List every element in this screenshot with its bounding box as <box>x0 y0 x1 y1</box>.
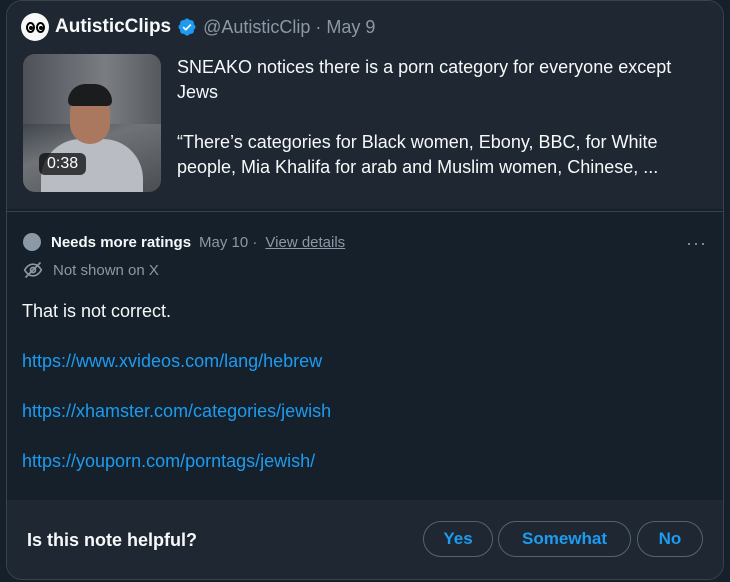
divider <box>7 211 723 212</box>
tweet-header: AutisticClips @AutisticClip · May 9 <box>21 13 375 41</box>
thumbnail-person-hair <box>68 84 112 106</box>
note-link-xvideos[interactable]: https://www.xvideos.com/lang/hebrew <box>22 351 322 371</box>
handle-and-date: @AutisticClip · May 9 <box>203 16 376 37</box>
note-status: Needs more ratings <box>51 233 192 251</box>
note-header: Needs more ratings May 10 · View details <box>23 231 345 253</box>
note-link-xhamster[interactable]: https://xhamster.com/categories/jewish <box>22 401 331 421</box>
rating-bar: Is this note helpful? Yes Somewhat No <box>7 500 723 579</box>
avatar-eye-left <box>25 21 35 33</box>
note-date: May 10 · <box>199 233 258 251</box>
eye-off-icon <box>23 261 43 279</box>
avatar[interactable] <box>21 13 49 41</box>
video-thumbnail[interactable]: 0:38 <box>23 54 161 192</box>
status-dot-icon <box>23 233 41 251</box>
verified-badge-icon <box>178 18 196 36</box>
visibility-label: Not shown on X <box>53 261 159 279</box>
rating-question: Is this note helpful? <box>27 530 197 550</box>
quoted-tweet[interactable]: AutisticClips @AutisticClip · May 9 0:38… <box>7 1 723 209</box>
somewhat-button[interactable]: Somewhat <box>498 521 631 557</box>
note-link-youporn[interactable]: https://youporn.com/porntags/jewish/ <box>22 451 315 471</box>
tweet-text-line1: SNEAKO notices there is a porn category … <box>177 57 672 102</box>
more-icon[interactable]: ··· <box>686 233 707 254</box>
avatar-eye-right <box>35 21 45 33</box>
tweet-text: SNEAKO notices there is a porn category … <box>177 55 707 180</box>
note-body: That is not correct. https://www.xvideos… <box>22 299 702 499</box>
note-text: That is not correct. <box>22 301 172 321</box>
video-duration: 0:38 <box>39 153 87 175</box>
display-name[interactable]: AutisticClips <box>55 16 171 38</box>
community-note-card: AutisticClips @AutisticClip · May 9 0:38… <box>6 0 724 580</box>
visibility-row: Not shown on X <box>23 259 159 281</box>
tweet-text-line2: “There’s categories for Black women, Ebo… <box>177 132 659 177</box>
yes-button[interactable]: Yes <box>423 521 493 557</box>
no-button[interactable]: No <box>637 521 703 557</box>
view-details-link[interactable]: View details <box>265 234 345 251</box>
